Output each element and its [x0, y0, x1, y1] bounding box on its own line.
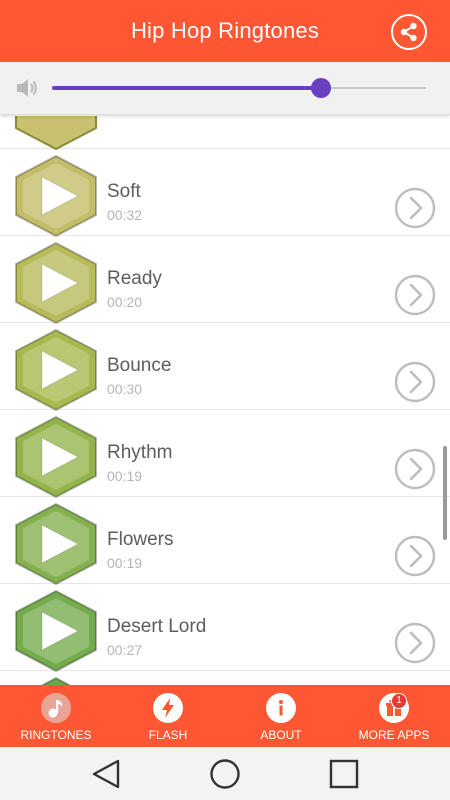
volume-bar — [0, 62, 450, 115]
ringtone-name: Soft — [107, 181, 141, 202]
back-triangle-icon[interactable] — [89, 757, 123, 791]
list-item[interactable]: Ready 00:20 — [0, 236, 450, 326]
ringtone-duration: 00:30 — [107, 381, 143, 397]
ringtone-list[interactable]: Soft 00:32 Ready 00:20 Bounce 00:30 Rhythm 00:1… — [0, 116, 450, 685]
ringtone-name: Ready — [107, 268, 162, 289]
chevron-right-icon[interactable] — [394, 448, 436, 490]
lightning-icon — [153, 693, 183, 723]
play-hexagon-icon[interactable] — [10, 588, 102, 674]
ringtone-duration: 00:32 — [107, 207, 143, 223]
play-hexagon-icon[interactable] — [10, 116, 102, 152]
nav-label: FLASH — [148, 728, 188, 742]
list-item[interactable]: Future — [0, 671, 450, 685]
play-hexagon-icon[interactable] — [10, 240, 102, 326]
play-hexagon-icon[interactable] — [10, 153, 102, 239]
play-hexagon-icon[interactable] — [10, 327, 102, 413]
chevron-right-icon[interactable] — [394, 622, 436, 664]
nav-label: RINGTONES — [20, 728, 92, 742]
page-title: Hip Hop Ringtones — [130, 18, 320, 43]
bottom-nav: RINGTONES FLASH ABOUT MORE APPS — [0, 685, 450, 747]
list-item[interactable]: Desert Lord 00:27 — [0, 584, 450, 674]
ringtone-duration: 00:20 — [107, 294, 143, 310]
ringtone-name: Flowers — [107, 529, 174, 550]
nav-flash[interactable]: FLASH — [112, 685, 224, 747]
app-bar: Hip Hop Ringtones — [0, 0, 450, 62]
share-button[interactable] — [391, 14, 427, 50]
ringtone-name: Bounce — [107, 355, 172, 376]
list-scrollbar[interactable] — [443, 446, 447, 540]
share-icon — [400, 22, 417, 42]
chevron-right-icon[interactable] — [394, 187, 436, 229]
list-item-partial[interactable] — [0, 116, 450, 152]
ringtone-duration: 00:19 — [107, 468, 143, 484]
ringtone-name: Desert Lord — [107, 616, 207, 637]
volume-slider[interactable] — [52, 78, 426, 98]
more-apps-badge: 1 — [391, 693, 407, 709]
info-icon — [266, 693, 296, 723]
chevron-right-icon[interactable] — [394, 535, 436, 577]
play-hexagon-icon[interactable] — [10, 414, 102, 500]
recents-square-icon[interactable] — [327, 757, 361, 791]
nav-label: MORE APPS — [358, 728, 430, 742]
system-nav-bar — [0, 747, 450, 800]
chevron-right-icon[interactable] — [394, 274, 436, 316]
list-item[interactable]: Flowers 00:19 — [0, 497, 450, 587]
home-circle-icon[interactable] — [208, 757, 242, 791]
ringtone-name: Rhythm — [107, 442, 173, 463]
volume-slider-thumb[interactable] — [311, 78, 332, 98]
list-item[interactable]: Soft 00:32 — [0, 149, 450, 239]
speaker-icon[interactable] — [14, 75, 40, 101]
chevron-right-icon[interactable] — [394, 361, 436, 403]
list-item[interactable]: Bounce 00:30 — [0, 323, 450, 413]
volume-slider-fill — [52, 86, 322, 90]
nav-ringtones[interactable]: RINGTONES — [0, 685, 112, 747]
play-hexagon-icon[interactable] — [10, 675, 102, 685]
nav-label: ABOUT — [260, 728, 302, 742]
play-hexagon-icon[interactable] — [10, 501, 102, 587]
nav-about[interactable]: ABOUT — [225, 685, 337, 747]
ringtone-duration: 00:27 — [107, 642, 143, 658]
ringtone-duration: 00:19 — [107, 555, 143, 571]
list-item[interactable]: Rhythm 00:19 — [0, 410, 450, 500]
music-note-icon — [41, 693, 71, 723]
